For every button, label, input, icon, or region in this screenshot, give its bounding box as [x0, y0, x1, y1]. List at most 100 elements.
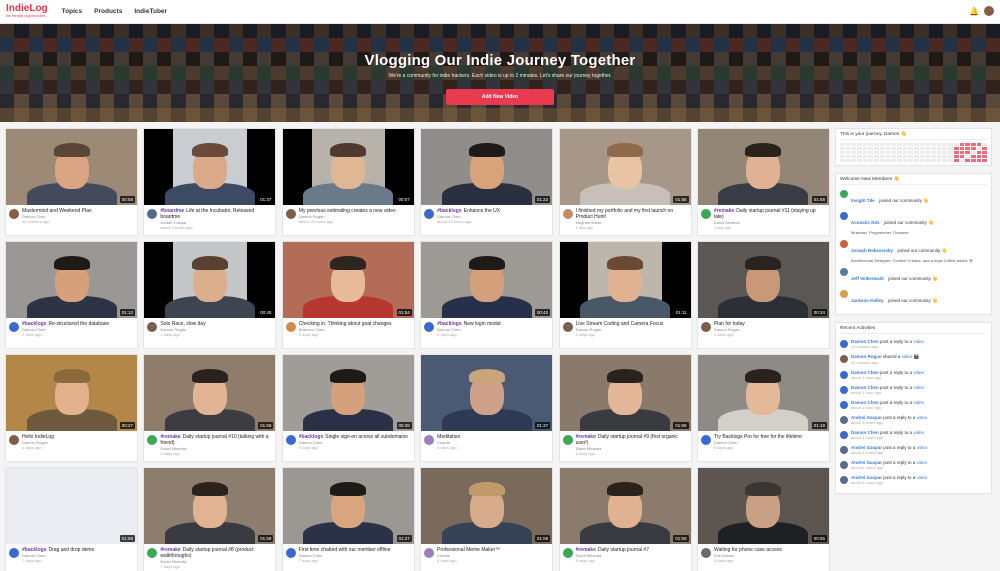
author-avatar[interactable] — [700, 209, 711, 219]
author-avatar[interactable] — [424, 435, 435, 445]
video-card[interactable]: 00:27 Hello IndieLog Damon Rogan 4 days ago — [5, 354, 138, 462]
video-card[interactable]: 01:59 #remake Daily startup journal #9 (fi… — [558, 354, 692, 462]
video-thumbnail[interactable]: 01:54 — [282, 242, 414, 318]
video-card[interactable]: 01:37 #boardme Life at the Incubator, Rele… — [143, 128, 277, 236]
video-thumbnail[interactable]: 01:59 — [559, 355, 691, 431]
video-card[interactable]: 01:54 Checking in. Thinking about goal ch… — [281, 241, 415, 349]
author-avatar[interactable] — [700, 548, 711, 558]
member-avatar[interactable] — [840, 240, 848, 248]
video-thumbnail[interactable]: 01:59 — [144, 355, 276, 431]
author-avatar[interactable] — [700, 322, 711, 332]
activity-avatar[interactable] — [840, 431, 848, 439]
nav-products[interactable]: Products — [94, 8, 122, 15]
video-thumbnail[interactable]: 01:59 — [559, 468, 691, 544]
video-thumbnail[interactable]: 01:22 — [421, 129, 553, 205]
member-avatar[interactable] — [840, 268, 848, 276]
activity-video-link[interactable]: video — [917, 445, 928, 450]
video-thumbnail[interactable]: 01:56 — [559, 129, 691, 205]
video-thumbnail[interactable]: 00:49 — [282, 355, 414, 431]
activity-video-link[interactable]: video — [913, 339, 924, 344]
video-card[interactable]: 01:18 Try Backlogs Pro for free for the l… — [696, 354, 830, 462]
video-title-text[interactable]: Single sign-on across all subdomains — [325, 434, 408, 440]
activity-video-link[interactable]: video — [917, 460, 928, 465]
author-avatar[interactable] — [424, 548, 435, 558]
video-title-text[interactable]: I finished my portfolio and my first lau… — [576, 208, 674, 220]
video-thumbnail[interactable]: 00:34 — [697, 242, 829, 318]
video-card[interactable]: 00:42 #backlogs New login modal Damon Chen 2… — [420, 241, 554, 349]
video-card[interactable]: 01:59 #remake Daily startup journal #10 (t… — [143, 354, 277, 462]
video-card[interactable]: 00:55 Waiting for phone case access Erik B… — [696, 467, 830, 571]
member-avatar[interactable] — [840, 290, 848, 298]
author-avatar[interactable] — [147, 435, 158, 445]
author-avatar[interactable] — [9, 548, 19, 558]
video-card[interactable]: 01:11 Live Stream Coding and Camera Focus… — [558, 241, 692, 349]
video-thumbnail[interactable]: 00:07 — [282, 129, 414, 205]
activity-avatar[interactable] — [840, 340, 848, 348]
video-thumbnail[interactable]: 00:40 — [144, 242, 276, 318]
video-thumbnail[interactable]: 01:27 — [282, 468, 414, 544]
author-avatar[interactable] — [424, 322, 435, 332]
author-avatar[interactable] — [9, 209, 19, 219]
activity-video-link[interactable]: video 🎬 — [902, 354, 920, 359]
activity-video-link[interactable]: video — [917, 415, 928, 420]
activity-avatar[interactable] — [840, 371, 848, 379]
author-avatar[interactable] — [562, 548, 573, 558]
nav-topics[interactable]: Topics — [62, 8, 82, 15]
member-name[interactable]: Joseph Rekavarsky — [851, 248, 893, 253]
video-card[interactable]: 01:37 Meditation Charlie 5 days ago — [420, 354, 554, 462]
user-avatar[interactable] — [984, 6, 994, 16]
video-card[interactable]: 01:58 #remake Daily startup journal #11 (s… — [696, 128, 830, 236]
video-title[interactable]: #remake Daily startup journal #8 (product… — [160, 547, 272, 559]
video-card[interactable]: 01:58 #backlogs Drag and drop demo Damon Ch… — [5, 467, 138, 571]
activity-video-link[interactable]: video — [913, 370, 924, 375]
video-thumbnail[interactable]: 00:58 — [6, 129, 137, 205]
video-title-text[interactable]: Re-structured the database — [48, 321, 109, 327]
member-name[interactable]: Insight Tile — [851, 198, 875, 203]
activity-video-link[interactable]: video — [913, 385, 924, 390]
activity-avatar[interactable] — [840, 416, 848, 424]
author-avatar[interactable] — [147, 548, 158, 558]
video-title[interactable]: #remake Daily startup journal #10 (talkin… — [160, 434, 272, 446]
video-title-text[interactable]: Drag and drop demo — [48, 547, 94, 553]
indielog-logo[interactable]: IndieLog the friendly vlog for indies — [6, 4, 48, 19]
member-name[interactable]: Acoustic Nitz — [851, 220, 880, 225]
author-avatar[interactable] — [285, 548, 296, 558]
video-card[interactable]: 00:49 #backlogs Single sign-on across all … — [281, 354, 415, 462]
author-avatar[interactable] — [562, 435, 573, 445]
author-avatar[interactable] — [9, 322, 19, 332]
video-card[interactable]: 00:40 Solo Race, slow day Damon Rogan 2 day… — [143, 241, 277, 349]
nav-indietuber[interactable]: IndieTuber — [134, 8, 167, 15]
video-card[interactable]: 01:27 First time chatted with our member … — [281, 467, 415, 571]
author-avatar[interactable] — [285, 322, 296, 332]
member-avatar[interactable] — [840, 212, 848, 220]
member-name[interactable]: Jackson Kelley — [851, 298, 884, 303]
activity-avatar[interactable] — [840, 386, 848, 394]
video-card[interactable]: 01:56 I finished my portfolio and my firs… — [558, 128, 692, 236]
activity-avatar[interactable] — [840, 461, 848, 469]
video-card[interactable]: 01:22 #backlogs Enhance the UX Damon Chen ab… — [420, 128, 554, 236]
author-avatar[interactable] — [9, 435, 19, 445]
author-avatar[interactable] — [562, 209, 573, 219]
author-avatar[interactable] — [700, 435, 711, 445]
video-title-text[interactable]: Daily startup journal #7 — [598, 547, 649, 553]
author-avatar[interactable] — [147, 209, 158, 219]
author-avatar[interactable] — [562, 322, 573, 332]
video-title[interactable]: #remake Daily startup journal #11 (stayin… — [714, 208, 826, 220]
video-card[interactable]: 01:59 #remake Daily startup journal #7 Davi… — [558, 467, 692, 571]
member-name[interactable]: Jeff Volkerwald — [851, 276, 884, 281]
video-thumbnail[interactable]: 01:58 — [6, 468, 137, 544]
video-thumbnail[interactable]: 01:59 — [421, 468, 553, 544]
video-thumbnail[interactable]: 01:37 — [144, 129, 276, 205]
brand-name[interactable]: IndieLog — [6, 4, 48, 14]
video-thumbnail[interactable]: 01:11 — [559, 242, 691, 318]
add-new-video-button[interactable]: Add New Video — [446, 89, 554, 105]
notification-bell-icon[interactable]: 🔔 — [969, 7, 979, 16]
activity-avatar[interactable] — [840, 446, 848, 454]
video-title[interactable]: #remake Daily startup journal #9 (first o… — [576, 434, 688, 446]
video-card[interactable]: 01:59 Professional Meme Maker™ Charlie 8 da… — [420, 467, 554, 571]
activity-video-link[interactable]: video — [913, 400, 924, 405]
video-card[interactable]: 00:07 My previous estimating creates a ne… — [281, 128, 415, 236]
author-avatar[interactable] — [147, 322, 158, 332]
activity-avatar[interactable] — [840, 355, 848, 363]
video-card[interactable]: 00:34 Plan for today Damon Rogan 4 days ago — [696, 241, 830, 349]
